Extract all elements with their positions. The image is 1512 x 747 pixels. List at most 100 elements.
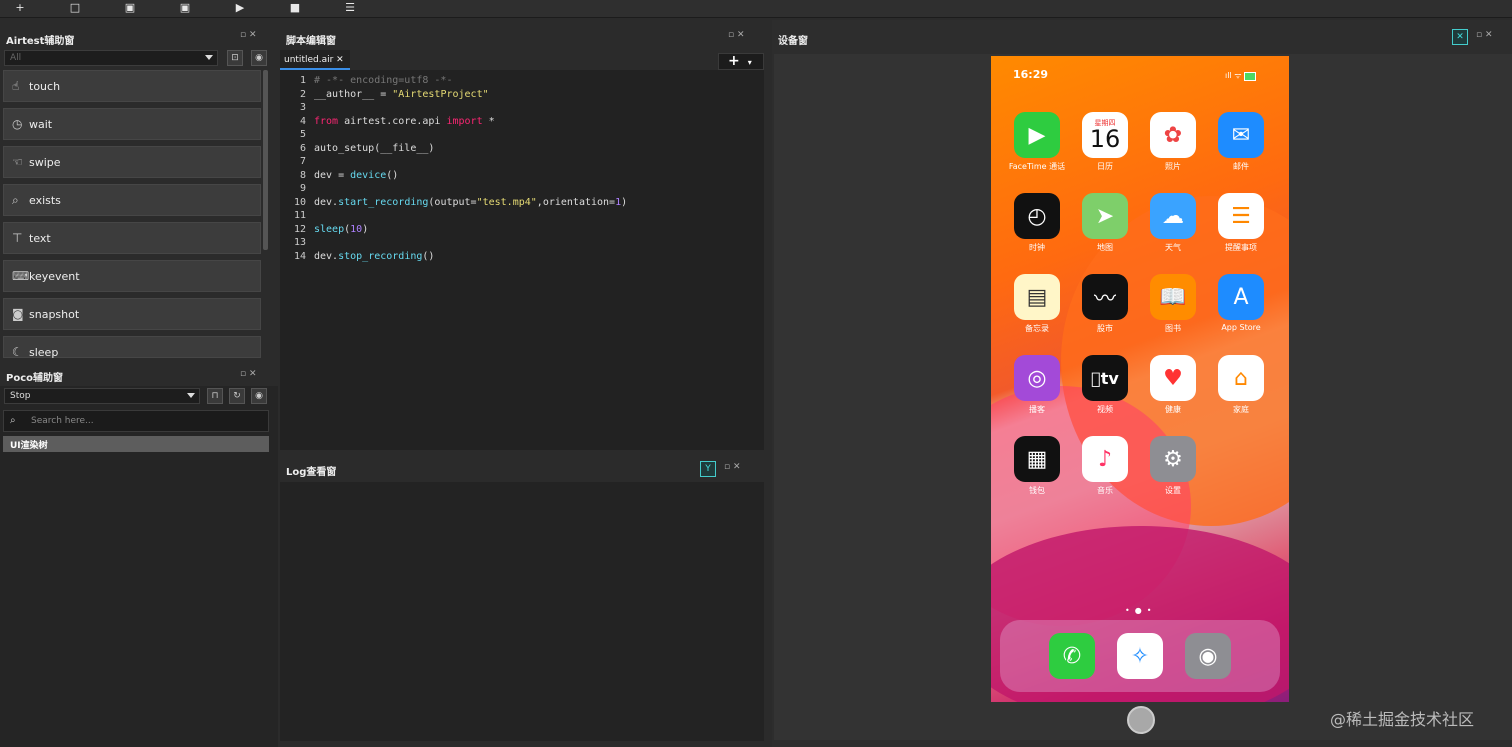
api-item-exists[interactable]: ⌕ exists: [3, 184, 261, 216]
app-icon: ⚙: [1150, 436, 1196, 482]
save-as-icon[interactable]: ▣: [177, 1, 193, 15]
open-folder-icon[interactable]: □: [67, 1, 83, 15]
api-item-label: keyevent: [29, 270, 80, 283]
record-icon[interactable]: ◉: [251, 50, 267, 66]
app-icon: ☰: [1218, 193, 1264, 239]
app-label: FaceTime 通话: [1008, 162, 1066, 171]
api-item-keyevent[interactable]: ⌨ keyevent: [3, 260, 261, 292]
app-13[interactable]: tv 视频: [1075, 355, 1135, 415]
hand-icon: ☝: [12, 79, 20, 93]
app-15[interactable]: ⌂ 家庭: [1211, 355, 1271, 415]
page-dots: •●•: [1125, 606, 1157, 615]
chevron-down-icon: [187, 393, 195, 398]
app-16[interactable]: ▦ 钱包: [1007, 436, 1067, 496]
api-filter-select[interactable]: All: [4, 50, 218, 66]
app-1[interactable]: 星期四 16 日历: [1075, 112, 1135, 172]
airtest-panel-title: Airtest辅助窗: [6, 36, 75, 47]
app-label: 视频: [1097, 405, 1113, 414]
keyboard-icon: ⌨: [12, 269, 30, 283]
poco-search-box[interactable]: ⌕ Search here...: [3, 410, 269, 432]
app-2[interactable]: ✿ 照片: [1143, 112, 1203, 172]
device-screen[interactable]: 16:29 ıll ᯤ ▮▮▮ ▶ FaceTime 通话 星期四 16 日历 ✿ 照片 ✉ 邮…: [991, 56, 1289, 702]
app-6[interactable]: ☁ 天气: [1143, 193, 1203, 253]
log-panel: Log查看窗 Y ▫ ✕: [280, 456, 764, 741]
app-icon: ⌂: [1218, 355, 1264, 401]
swipe-icon: ☜: [12, 155, 23, 169]
watermark: @稀土掘金技术社区: [1330, 710, 1475, 729]
api-item-wait[interactable]: ◷ wait: [3, 108, 261, 140]
api-item-swipe[interactable]: ☜ swipe: [3, 146, 261, 178]
app-icon: ▤: [1014, 274, 1060, 320]
log-view-icon[interactable]: ☰: [342, 1, 358, 15]
close-tab-icon[interactable]: ✕: [336, 55, 344, 65]
app-icon: ✿: [1150, 112, 1196, 158]
app-5[interactable]: ➤ 地图: [1075, 193, 1135, 253]
app-18[interactable]: ⚙ 设置: [1143, 436, 1203, 496]
tab-untitled[interactable]: untitled.air ✕: [280, 50, 350, 70]
app-17[interactable]: ♪ 音乐: [1075, 436, 1135, 496]
filter-icon[interactable]: Y: [700, 461, 716, 477]
app-9[interactable]: 〰股市: [1075, 274, 1135, 334]
api-item-sleep[interactable]: ☾ sleep: [3, 336, 261, 359]
status-time: 16:29: [1013, 68, 1049, 81]
record-icon[interactable]: ◉: [251, 388, 267, 404]
tv-text: tv: [1091, 368, 1119, 388]
api-item-label: sleep: [29, 346, 59, 359]
safari-icon[interactable]: ✧: [1117, 633, 1163, 679]
api-item-snapshot[interactable]: ◙ snapshot: [3, 298, 261, 330]
stop-icon[interactable]: ■: [287, 1, 303, 15]
poco-panel: Poco辅助窗 ▫ ✕ Stop ⊓ ↻ ◉ ⌕ Search here... …: [0, 362, 278, 747]
line-number: 1: [299, 75, 306, 86]
line-number: 11: [293, 210, 306, 221]
save-icon[interactable]: ▣: [122, 1, 138, 15]
capture-icon[interactable]: ⊡: [227, 50, 243, 66]
app-3[interactable]: ✉ 邮件: [1211, 112, 1271, 172]
editor-panel-controls[interactable]: ▫ ✕: [728, 30, 745, 40]
api-item-label: touch: [29, 80, 61, 93]
run-icon[interactable]: ▶: [232, 1, 248, 15]
app-4[interactable]: ◴ 时钟: [1007, 193, 1067, 253]
app-0[interactable]: ▶ FaceTime 通话: [1007, 112, 1067, 172]
code-editor[interactable]: 1 2 3 4 5 6 7 8 9 10 11 12 13 14 # -*- encoding=utf8 …: [280, 70, 764, 450]
app-label: 家庭: [1233, 405, 1249, 414]
app-label: 地图: [1097, 243, 1113, 252]
device-tools-icon[interactable]: ✕: [1452, 29, 1468, 45]
status-icons: ıll ᯤ ▮▮▮: [1225, 71, 1256, 81]
app-12[interactable]: ◎ 播客: [1007, 355, 1067, 415]
poco-panel-title: Poco辅助窗: [0, 362, 278, 386]
app-icon: A: [1218, 274, 1264, 320]
app-label: 邮件: [1233, 162, 1249, 171]
new-file-icon[interactable]: +: [12, 1, 28, 15]
app-14[interactable]: ♥ 健康: [1143, 355, 1203, 415]
app-label: 图书: [1165, 324, 1181, 333]
app-icon: ➤: [1082, 193, 1128, 239]
lock-icon[interactable]: ⊓: [207, 388, 223, 404]
panel-controls[interactable]: ▫ ✕: [240, 30, 257, 40]
code-content[interactable]: # -*- encoding=utf8 -*- __author__ = "Air…: [314, 74, 627, 263]
api-item-touch[interactable]: ☝ touch: [3, 70, 261, 102]
line-number: 6: [299, 142, 306, 154]
search-input[interactable]: Search here...: [31, 416, 94, 426]
camera-icon[interactable]: ◉: [1185, 633, 1231, 679]
line-number: 8: [299, 169, 306, 181]
device-panel-controls[interactable]: ▫ ✕: [1476, 30, 1493, 40]
poco-mode-select[interactable]: Stop: [4, 388, 200, 404]
app-10[interactable]: 📖 图书: [1143, 274, 1203, 334]
api-item-label: exists: [29, 194, 61, 207]
app-label: 日历: [1097, 162, 1113, 171]
refresh-icon[interactable]: ↻: [229, 388, 245, 404]
add-tab-button[interactable]: + ▾: [718, 53, 764, 70]
api-item-text[interactable]: ⊤ text: [3, 222, 261, 254]
ui-tree-root[interactable]: UI渲染树: [3, 436, 269, 452]
dock: ✆ ✧ ◉: [1000, 620, 1280, 692]
moon-icon: ☾: [12, 345, 23, 359]
app-8[interactable]: ▤ 备忘录: [1007, 274, 1067, 334]
app-11[interactable]: A App Store: [1211, 274, 1271, 332]
log-panel-controls[interactable]: ▫ ✕: [724, 462, 741, 472]
phone-icon[interactable]: ✆: [1049, 633, 1095, 679]
text-icon: ⊤: [12, 231, 23, 245]
api-list-scrollbar[interactable]: [263, 70, 268, 250]
app-7[interactable]: ☰ 提醒事项: [1211, 193, 1271, 253]
home-button[interactable]: [1127, 706, 1155, 734]
poco-panel-controls[interactable]: ▫ ✕: [240, 369, 257, 379]
